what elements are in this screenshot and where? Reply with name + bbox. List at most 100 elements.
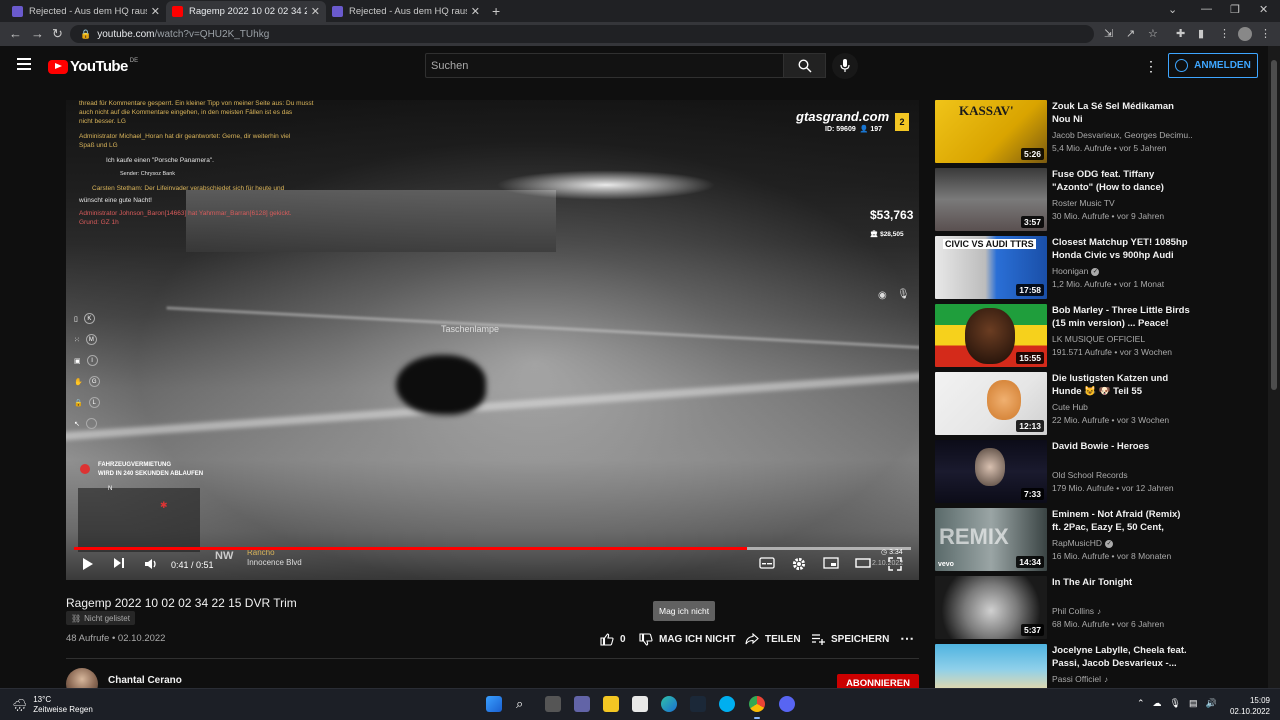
video-title[interactable]: Bob Marley - Three Little Birds (15 min … (1052, 304, 1192, 330)
channel-name[interactable]: Passi Officiel ♪ (1052, 674, 1192, 684)
task-view-icon[interactable] (545, 696, 561, 712)
video-thumbnail[interactable] (935, 644, 1047, 688)
related-video-item[interactable]: 5:37 In The Air Tonight Phil Collins ♪ 68… (935, 576, 1265, 640)
video-thumbnail[interactable]: 3:57 (935, 168, 1047, 231)
mic-icon[interactable]: 🎙 (1170, 698, 1181, 709)
channel-name[interactable]: Cute Hub (1052, 402, 1192, 412)
like-button[interactable]: 0 (600, 633, 626, 646)
extensions-puzzle-icon[interactable]: ✚ (1176, 27, 1185, 40)
video-title[interactable]: Fuse ODG feat. Tiffany "Azonto" (How to … (1052, 168, 1192, 194)
theater-mode-button[interactable] (855, 557, 871, 572)
related-video-item[interactable]: Jocelyne Labylle, Cheela feat. Passi, Ja… (935, 644, 1265, 688)
minimize-icon[interactable]: — (1201, 3, 1212, 15)
video-title[interactable]: In The Air Tonight (1052, 576, 1192, 589)
chrome-browser-icon[interactable] (749, 696, 765, 712)
close-icon[interactable]: ✕ (151, 5, 160, 18)
video-title[interactable]: David Bowie - Heroes (1052, 440, 1192, 453)
channel-name[interactable]: Hoonigan ✓ (1052, 266, 1192, 276)
settings-dots-icon[interactable]: ⋮ (1144, 58, 1158, 75)
subtitles-button[interactable] (759, 557, 775, 572)
related-video-item[interactable]: CIVIC VS AUDI TTRS 17:58 Closest Matchup… (935, 236, 1265, 300)
system-clock[interactable]: 15:09 02.10.2022 (1226, 695, 1270, 717)
channel-name[interactable]: RapMusicHD ✓ (1052, 538, 1192, 548)
channel-name[interactable]: LK MUSIQUE OFFICIEL (1052, 334, 1192, 344)
onedrive-icon[interactable]: ☁ (1153, 698, 1162, 709)
browser-tab-1[interactable]: Rejected - Aus dem HQ raus gesc ✕ (6, 1, 166, 22)
browser-tab-3[interactable]: Rejected - Aus dem HQ raus gesc ✕ (326, 1, 486, 22)
page-scrollbar[interactable] (1268, 46, 1280, 688)
settings-button[interactable] (792, 557, 806, 574)
close-icon[interactable]: ✕ (311, 5, 320, 18)
close-icon[interactable]: ✕ (471, 5, 480, 18)
teams-chat-icon[interactable] (574, 696, 590, 712)
progress-bar[interactable] (74, 547, 911, 550)
install-app-icon[interactable]: ⇲ (1104, 27, 1113, 40)
dislike-button[interactable]: MAG ICH NICHT (639, 633, 736, 646)
next-button[interactable] (113, 557, 125, 572)
video-thumbnail[interactable]: KASSAV' 5:26 (935, 100, 1047, 163)
play-button[interactable] (82, 557, 94, 574)
tab-search-icon[interactable]: ⌄ (1168, 3, 1177, 16)
scrollbar-thumb[interactable] (1271, 60, 1277, 390)
menu-icon[interactable] (17, 58, 31, 70)
video-thumbnail[interactable]: 7:33 (935, 440, 1047, 503)
miniplayer-button[interactable] (823, 557, 839, 572)
skype-icon[interactable] (719, 696, 735, 712)
sidebar-icon[interactable]: ▮ (1198, 27, 1204, 40)
channel-name[interactable]: Roster Music TV (1052, 198, 1192, 208)
related-video-item[interactable]: 7:33 David Bowie - Heroes Old School Rec… (935, 440, 1265, 504)
new-tab-button[interactable]: + (492, 3, 500, 19)
tab-search-icon[interactable]: ⋮ (1219, 27, 1230, 40)
video-thumbnail[interactable]: REMIX vevo 14:34 (935, 508, 1047, 571)
video-title[interactable]: Closest Matchup YET! 1085hp Honda Civic … (1052, 236, 1192, 263)
file-explorer-icon[interactable] (603, 696, 619, 712)
video-thumbnail[interactable]: 15:55 (935, 304, 1047, 367)
related-video-item[interactable]: 15:55 Bob Marley - Three Little Birds (1… (935, 304, 1265, 368)
video-title[interactable]: Die lustigsten Katzen und Hunde 😺 🐶 Teil… (1052, 372, 1192, 398)
video-title[interactable]: Jocelyne Labylle, Cheela feat. Passi, Ja… (1052, 644, 1192, 670)
search-icon[interactable]: ⌕ (516, 696, 532, 712)
window-close-icon[interactable]: ✕ (1259, 3, 1268, 16)
voice-search-button[interactable] (832, 53, 858, 79)
edge-browser-icon[interactable] (661, 696, 677, 712)
channel-name[interactable]: Phil Collins ♪ (1052, 606, 1192, 616)
speaker-icon[interactable]: 🔊 (1206, 698, 1217, 709)
store-icon[interactable] (632, 696, 648, 712)
forward-icon[interactable]: → (31, 26, 44, 41)
share-icon[interactable]: ↗ (1126, 27, 1135, 40)
profile-avatar[interactable] (1238, 27, 1252, 41)
youtube-logo[interactable]: YouTube DE (48, 58, 138, 75)
weather-widget[interactable]: 🌧 13°C Zeitweise Regen (12, 695, 93, 715)
video-title[interactable]: Zouk La Sé Sel Médikaman Nou Ni (1052, 100, 1192, 126)
reload-icon[interactable]: ↻ (52, 26, 63, 42)
related-video-item[interactable]: KASSAV' 5:26 Zouk La Sé Sel Médikaman No… (935, 100, 1265, 164)
related-video-item[interactable]: REMIX vevo 14:34 Eminem - Not Afraid (Re… (935, 508, 1265, 572)
video-thumbnail[interactable]: 5:37 (935, 576, 1047, 639)
channel-name[interactable]: Old School Records (1052, 470, 1192, 480)
restore-icon[interactable]: ❐ (1230, 3, 1240, 16)
video-title[interactable]: Eminem - Not Afraid (Remix) ft. 2Pac, Ea… (1052, 508, 1192, 535)
save-button[interactable]: SPEICHERN (811, 633, 889, 645)
video-thumbnail[interactable]: 12:13 (935, 372, 1047, 435)
related-video-item[interactable]: 3:57 Fuse ODG feat. Tiffany "Azonto" (Ho… (935, 168, 1265, 232)
search-button[interactable] (784, 53, 826, 78)
fullscreen-button[interactable] (888, 557, 902, 574)
network-icon[interactable]: ▤ (1189, 698, 1198, 709)
related-video-item[interactable]: 12:13 Die lustigsten Katzen und Hunde 😺 … (935, 372, 1265, 436)
video-player[interactable]: thread für Kommentare gesperrt. Ein klei… (66, 100, 919, 580)
steam-icon[interactable] (690, 696, 706, 712)
back-icon[interactable]: ← (9, 26, 22, 41)
discord-icon[interactable] (779, 696, 795, 712)
volume-button[interactable] (144, 557, 158, 574)
more-actions-icon[interactable]: ⋯ (900, 630, 914, 647)
video-thumbnail[interactable]: CIVIC VS AUDI TTRS 17:58 (935, 236, 1047, 299)
channel-name[interactable]: Jacob Desvarieux, Georges Decimu... (1052, 130, 1192, 140)
channel-name[interactable]: Chantal Cerano (108, 675, 182, 686)
browser-tab-2[interactable]: Ragemp 2022 10 02 02 34 22 15 ✕ (166, 1, 326, 22)
search-input[interactable]: Suchen (425, 53, 784, 78)
sign-in-button[interactable]: ANMELDEN (1168, 53, 1258, 78)
bookmark-star-icon[interactable]: ☆ (1148, 27, 1158, 40)
address-bar[interactable]: 🔒 youtube.com/watch?v=QHU2K_TUhkg (70, 25, 1094, 43)
share-button[interactable]: TEILEN (745, 633, 801, 645)
start-windows-icon[interactable] (486, 696, 502, 712)
